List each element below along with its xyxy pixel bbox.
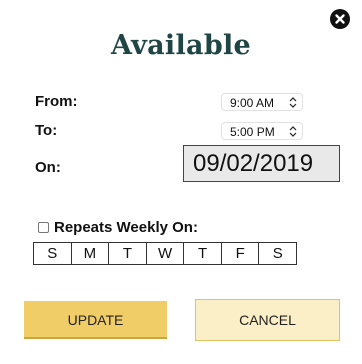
weekday-selector: S M T W T F S — [33, 242, 297, 265]
up-down-chevron-icon — [289, 126, 297, 137]
day-sunday[interactable]: S — [34, 243, 71, 264]
date-input[interactable]: 09/02/2019 — [183, 145, 340, 182]
dialog-title: Available — [110, 30, 252, 61]
day-friday[interactable]: F — [220, 243, 259, 264]
close-button[interactable] — [330, 9, 350, 29]
to-label: To: — [35, 122, 58, 139]
to-time-select[interactable]: 5:00 PM — [221, 122, 303, 140]
day-thursday[interactable]: T — [183, 243, 221, 264]
day-tuesday[interactable]: T — [108, 243, 146, 264]
update-button[interactable]: UPDATE — [24, 301, 167, 339]
from-label: From: — [35, 93, 78, 110]
day-saturday[interactable]: S — [258, 243, 296, 264]
update-button-label: UPDATE — [24, 301, 167, 339]
up-down-chevron-icon — [289, 97, 297, 108]
repeat-weekly-checkbox[interactable] — [38, 222, 49, 233]
close-icon — [335, 14, 345, 24]
on-label: On: — [35, 159, 61, 176]
repeat-weekly-label: Repeats Weekly On: — [54, 219, 198, 236]
day-wednesday[interactable]: W — [145, 243, 184, 264]
cancel-button[interactable]: CANCEL — [195, 299, 340, 341]
from-time-select[interactable]: 9:00 AM — [221, 93, 303, 111]
to-time-value: 5:00 PM — [230, 125, 275, 139]
from-time-value: 9:00 AM — [230, 96, 275, 110]
day-monday[interactable]: M — [70, 243, 109, 264]
